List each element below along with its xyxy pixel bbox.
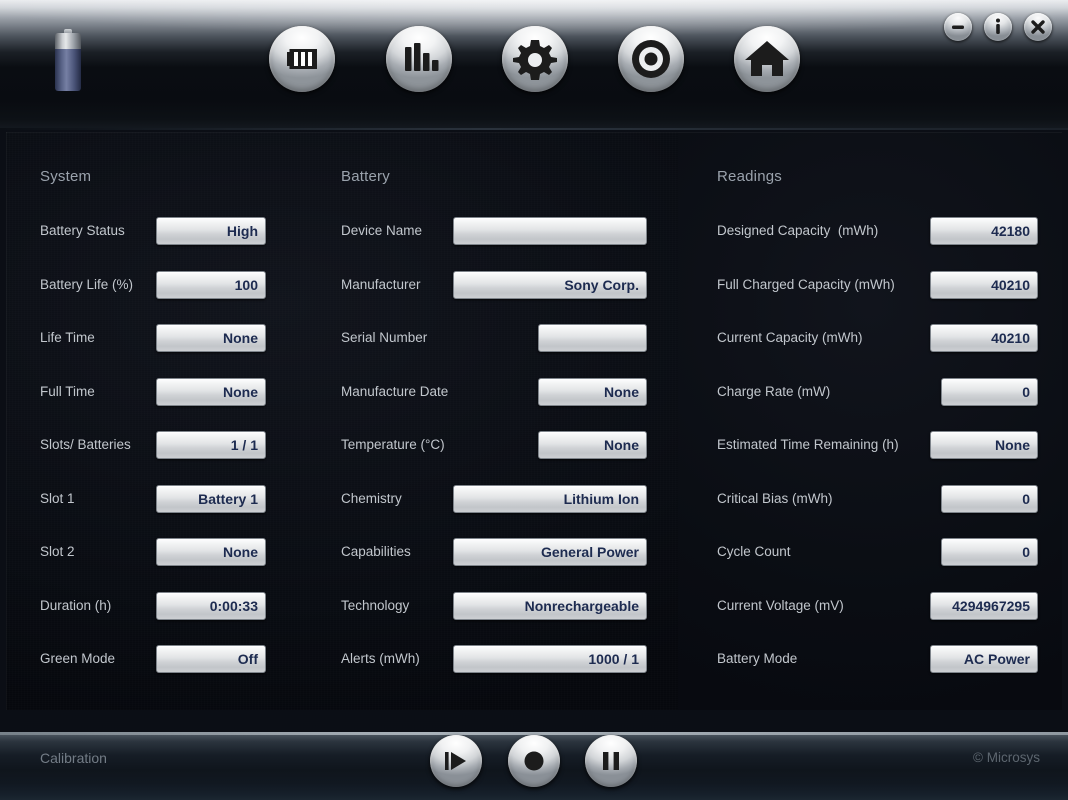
field-value-box[interactable]: 42180	[930, 217, 1038, 245]
minimize-button[interactable]	[944, 13, 972, 41]
app-battery-logo-icon	[53, 29, 83, 93]
field-value: 4294967295	[952, 597, 1030, 614]
column-title-system: System	[40, 168, 92, 185]
column-title-battery: Battery	[341, 168, 390, 185]
field-label: Current Voltage (mV)	[717, 597, 844, 613]
target-icon	[632, 40, 670, 78]
field-value-box[interactable]: 0	[941, 538, 1038, 566]
field-value: 42180	[991, 223, 1030, 239]
field-value: 0	[1022, 490, 1030, 507]
nav-home-button[interactable]	[734, 26, 800, 92]
field-value-box[interactable]: 4294967295	[930, 591, 1038, 620]
field-value: 40210	[991, 276, 1030, 293]
column-title-readings: Readings	[717, 168, 782, 185]
play-icon	[445, 752, 466, 770]
logo-top	[55, 33, 81, 50]
field-label: Designed Capacity (mWh)	[717, 223, 879, 238]
battery-monitor-window: System Battery Readings Battery Status Hi…	[0, 0, 1068, 800]
field-row: Estimated Time Remaining (h) None	[0, 430, 1068, 460]
minimize-icon	[952, 25, 964, 29]
title-bar	[0, 0, 1068, 130]
calibration-label: Calibration	[40, 750, 107, 766]
field-label: Cycle Count	[717, 544, 791, 559]
field-row: Full Charged Capacity (mWh) 40210	[0, 270, 1068, 300]
field-label: Full Charged Capacity (mWh)	[717, 276, 895, 292]
field-row: Critical Bias (mWh) 0	[0, 484, 1068, 514]
close-icon	[1031, 20, 1045, 34]
field-row: Charge Rate (mW) 0	[0, 377, 1068, 407]
record-icon	[524, 751, 544, 771]
logo-body	[55, 49, 81, 91]
battery-icon	[287, 49, 317, 69]
field-value-box[interactable]: 0	[941, 377, 1038, 406]
field-value-box[interactable]: 40210	[930, 324, 1038, 352]
nav-settings-button[interactable]	[502, 26, 568, 92]
info-button[interactable]	[984, 13, 1012, 41]
nav-target-button[interactable]	[618, 26, 684, 92]
field-label: Current Capacity (mWh)	[717, 330, 863, 345]
field-row: Current Capacity (mWh) 40210	[0, 323, 1068, 353]
pause-icon	[603, 752, 619, 770]
field-value-box[interactable]: AC Power	[930, 645, 1038, 673]
field-label: Charge Rate (mW)	[717, 383, 831, 399]
nav-stats-button[interactable]	[386, 26, 452, 92]
field-row: Designed Capacity (mWh) 42180	[0, 216, 1068, 246]
bar-chart-icon	[405, 43, 439, 71]
close-button[interactable]	[1024, 13, 1052, 41]
pause-button[interactable]	[585, 735, 637, 787]
field-value: 40210	[991, 330, 1030, 346]
field-value: 0	[1022, 544, 1030, 560]
play-button[interactable]	[430, 735, 482, 787]
home-icon	[745, 41, 789, 76]
copyright-label: © Microsys	[973, 750, 1040, 765]
nav-battery-button[interactable]	[269, 26, 335, 92]
field-label: Critical Bias (mWh)	[717, 490, 833, 506]
field-value: AC Power	[963, 651, 1030, 667]
record-button[interactable]	[508, 735, 560, 787]
field-label: Estimated Time Remaining (h)	[717, 437, 899, 452]
field-value: 0	[1022, 383, 1030, 400]
info-icon	[996, 18, 1000, 34]
field-row: Battery Mode AC Power	[0, 644, 1068, 674]
field-row: Current Voltage (mV) 4294967295	[0, 591, 1068, 621]
field-value: None	[995, 437, 1030, 453]
gear-icon	[513, 40, 557, 80]
field-value-box[interactable]: None	[930, 431, 1038, 459]
field-label: Battery Mode	[717, 651, 798, 666]
field-value-box[interactable]: 40210	[930, 270, 1038, 299]
field-value-box[interactable]: 0	[941, 484, 1038, 513]
field-row: Cycle Count 0	[0, 537, 1068, 567]
